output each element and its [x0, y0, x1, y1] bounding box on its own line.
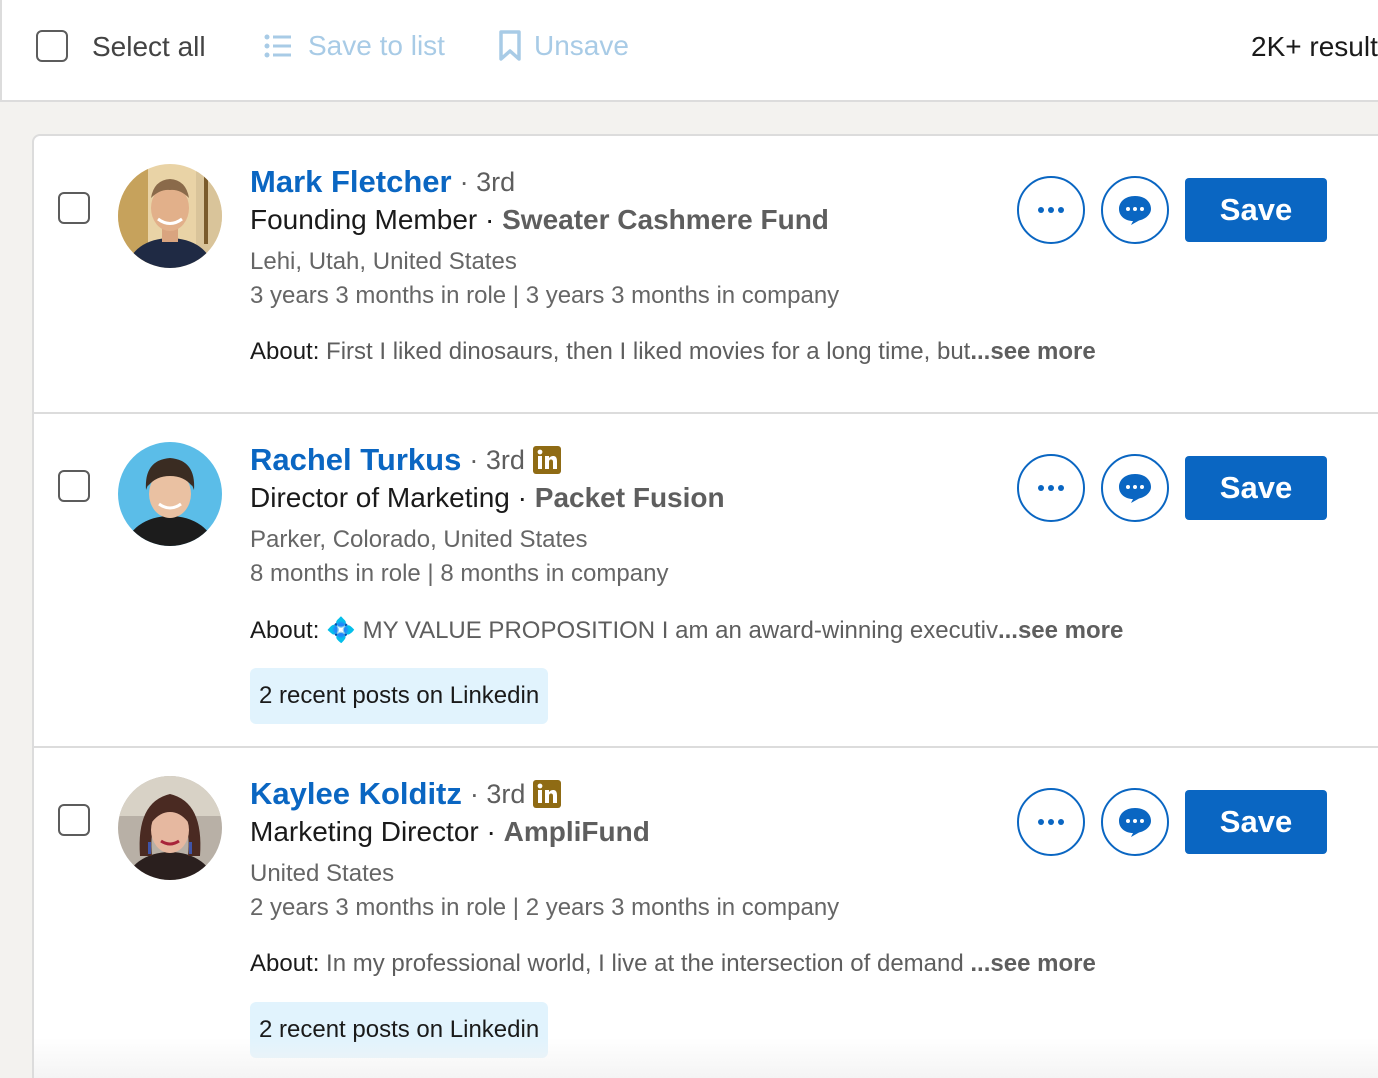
title-separator: ·	[477, 204, 503, 235]
bulk-actions-toolbar: Select all Save to list Unsave 2K+ resul…	[0, 0, 1378, 102]
lead-select-checkbox[interactable]	[58, 470, 90, 502]
avatar[interactable]	[118, 164, 222, 268]
message-icon	[1119, 474, 1151, 503]
lead-title-line: Director of Marketing · Packet Fusion	[250, 482, 1123, 518]
lead-about: About: First I liked dinosaurs, then I l…	[250, 338, 1096, 368]
more-options-button[interactable]	[1017, 454, 1085, 522]
lead-about: About: In my professional world, I live …	[250, 950, 1096, 980]
about-label: About:	[250, 338, 320, 365]
more-options-button[interactable]	[1017, 788, 1085, 856]
more-options-icon	[1038, 819, 1064, 825]
unsave-label: Unsave	[534, 30, 629, 61]
lead-select-checkbox[interactable]	[58, 804, 90, 836]
about-label: About:	[250, 950, 320, 977]
recent-posts-chip[interactable]: 2 recent posts on Linkedin	[250, 668, 549, 724]
lead-title: Founding Member	[250, 204, 478, 235]
about-text: First I liked dinosaurs, then I liked mo…	[319, 338, 971, 365]
lead-title: Director of Marketing	[250, 482, 510, 513]
lead-tenure: 8 months in role | 8 months in company	[250, 560, 669, 587]
bookmark-icon	[499, 30, 521, 61]
search-results-list: Mark Fletcher · 3rd Founding Member · Sw…	[32, 134, 1378, 1078]
avatar[interactable]	[118, 442, 222, 546]
about-label: About:	[250, 617, 320, 644]
message-button[interactable]	[1101, 176, 1169, 244]
connection-degree: · 3rd	[469, 444, 525, 475]
lead-name[interactable]: Kaylee Kolditz	[250, 776, 462, 812]
message-button[interactable]	[1101, 788, 1169, 856]
lead-info: Mark Fletcher · 3rd Founding Member · Sw…	[250, 164, 1096, 368]
lead-info: Rachel Turkus · 3rd Director of Marketin…	[250, 442, 1123, 724]
lead-name[interactable]: Mark Fletcher	[250, 164, 452, 200]
save-lead-button[interactable]: Save	[1185, 790, 1327, 854]
message-icon	[1119, 196, 1151, 225]
lead-tenure: 2 years 3 months in role | 2 years 3 mon…	[250, 894, 840, 921]
lead-select-checkbox[interactable]	[58, 192, 90, 224]
lead-info: Kaylee Kolditz · 3rd Marketing Director …	[250, 776, 1096, 1058]
linkedin-member-icon	[532, 446, 561, 474]
lead-tenure: 3 years 3 months in role | 3 years 3 mon…	[250, 282, 840, 309]
title-separator: ·	[509, 482, 535, 513]
lead-company[interactable]: Packet Fusion	[535, 482, 725, 513]
results-count: 2K+ results	[1251, 31, 1378, 62]
message-button[interactable]	[1101, 454, 1169, 522]
save-to-list-label: Save to list	[308, 30, 445, 61]
lead-row: Rachel Turkus · 3rd Director of Marketin…	[34, 414, 1378, 748]
lead-title-line: Founding Member · Sweater Cashmere Fund	[250, 204, 1096, 240]
select-all-label[interactable]: Select all	[92, 31, 206, 63]
unsave-button[interactable]: Unsave	[498, 30, 629, 62]
see-more-link[interactable]: ...see more	[970, 338, 1095, 365]
avatar[interactable]	[118, 776, 222, 880]
linkedin-member-icon	[533, 780, 562, 808]
save-lead-button[interactable]: Save	[1185, 456, 1327, 520]
lead-company[interactable]: AmpliFund	[504, 816, 650, 847]
about-text: 💠 MY VALUE PROPOSITION I am an award-win…	[319, 617, 998, 644]
about-text: In my professional world, I live at the …	[319, 950, 971, 977]
lead-location: United States	[250, 860, 395, 887]
lead-title: Marketing Director	[250, 816, 479, 847]
lead-company[interactable]: Sweater Cashmere Fund	[502, 204, 829, 235]
see-more-link[interactable]: ...see more	[998, 617, 1123, 644]
lead-name[interactable]: Rachel Turkus	[250, 442, 461, 478]
more-options-icon	[1038, 207, 1064, 213]
save-lead-button[interactable]: Save	[1185, 178, 1327, 242]
lead-location: Parker, Colorado, United States	[250, 526, 588, 553]
save-to-list-button[interactable]: Save to list	[264, 30, 445, 62]
more-options-icon	[1038, 485, 1064, 491]
lead-title-line: Marketing Director · AmpliFund	[250, 816, 1096, 852]
connection-degree: · 3rd	[459, 166, 516, 197]
connection-degree: · 3rd	[469, 778, 526, 809]
lead-location: Lehi, Utah, United States	[250, 248, 517, 275]
lead-about: About: 💠 MY VALUE PROPOSITION I am an aw…	[250, 616, 1123, 646]
more-options-button[interactable]	[1017, 176, 1085, 244]
select-all-checkbox[interactable]	[36, 30, 68, 62]
list-icon	[264, 34, 291, 58]
scroll-fade	[34, 1038, 1378, 1078]
message-icon	[1119, 808, 1151, 837]
see-more-link[interactable]: ...see more	[970, 950, 1095, 977]
title-separator: ·	[478, 816, 504, 847]
lead-row: Kaylee Kolditz · 3rd Marketing Director …	[34, 748, 1378, 1078]
lead-row: Mark Fletcher · 3rd Founding Member · Sw…	[34, 136, 1378, 414]
